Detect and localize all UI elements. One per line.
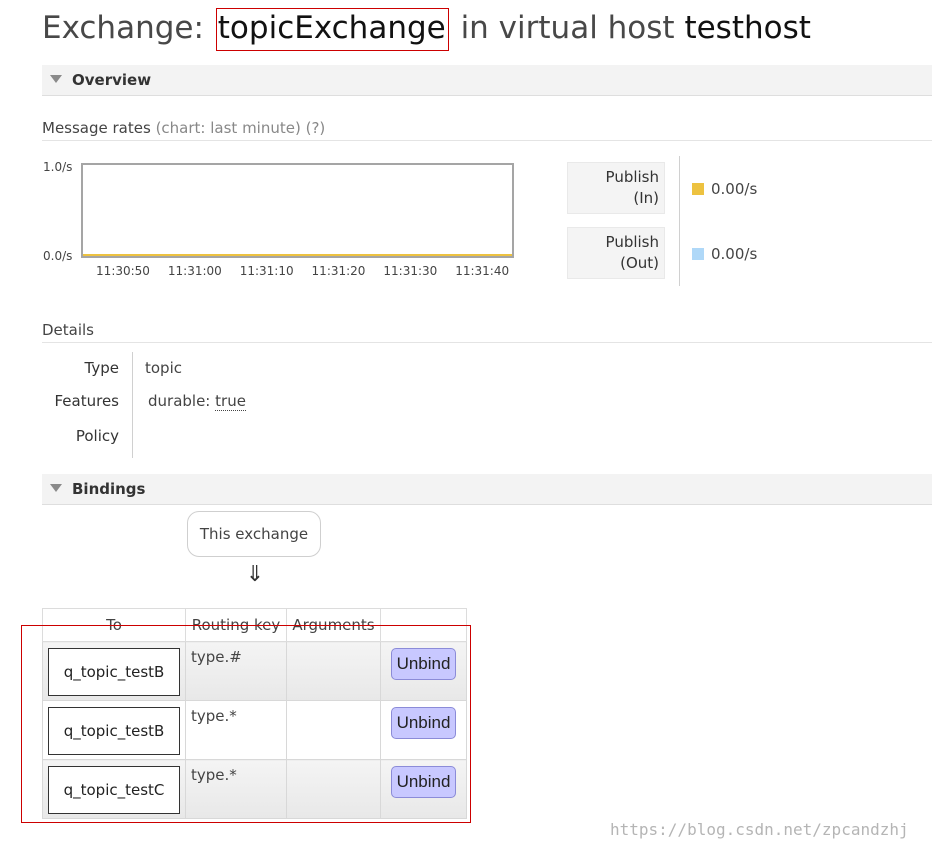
x-tick-label: 11:31:10 (240, 264, 294, 278)
type-label: Type (84, 359, 119, 377)
rate-label-line1: Publish (605, 168, 659, 186)
y-tick-label-top: 1.0/s (43, 160, 72, 174)
features-label: Features (54, 392, 120, 410)
details-header: Details (42, 318, 932, 343)
cell-routing-key: type.# (185, 641, 287, 701)
chart-range-link[interactable]: (chart: last minute) (156, 119, 301, 137)
details-separator (132, 352, 133, 458)
routing-key-text: type.* (191, 766, 237, 784)
bindings-section-header[interactable]: Bindings (42, 474, 932, 505)
collapse-triangle-icon (50, 74, 62, 83)
cell-arguments (286, 641, 381, 701)
message-rates-chart: 1.0/s 0.0/s 11:30:50 11:31:00 11:31:10 11:3… (43, 160, 514, 278)
bindings-heading: Bindings (72, 480, 146, 498)
rate-label-line1: Publish (605, 233, 659, 251)
x-tick-label: 11:30:50 (96, 264, 150, 278)
exchange-name: topicExchange (215, 8, 449, 51)
collapse-triangle-icon (50, 483, 62, 492)
rate-value-publish-out: 0.00/s (692, 245, 757, 263)
down-arrow-icon: ⇓ (245, 562, 265, 587)
column-header-to: To (42, 608, 186, 642)
chart-plot-area (81, 163, 514, 258)
cell-arguments (286, 759, 381, 819)
routing-key-text: type.* (191, 707, 237, 725)
table-header-row: To Routing key Arguments (42, 608, 467, 642)
cell-to: q_topic_testB (42, 641, 186, 701)
overview-heading: Overview (72, 71, 152, 89)
message-rates-label: Message rates (42, 119, 151, 137)
type-value: topic (145, 359, 182, 377)
rate-label-line2: (Out) (620, 254, 659, 272)
title-prefix: Exchange: (42, 10, 214, 46)
title-middle: in virtual host (450, 10, 685, 46)
unbind-button[interactable]: Unbind (391, 766, 456, 798)
queue-link[interactable]: q_topic_testC (48, 766, 180, 814)
x-tick-label: 11:31:00 (168, 264, 222, 278)
cell-action: Unbind (380, 700, 467, 760)
rate-value-text: 0.00/s (711, 180, 758, 198)
features-value: durable: true (148, 392, 246, 411)
column-header-routing-key: Routing key (185, 608, 287, 642)
rate-separator (679, 156, 680, 286)
queue-link[interactable]: q_topic_testB (48, 648, 180, 696)
rate-label-publish-in: Publish (In) (567, 162, 665, 214)
cell-arguments (286, 700, 381, 760)
routing-key-text: type.# (191, 648, 242, 666)
unbind-button[interactable]: Unbind (391, 707, 456, 739)
rate-label-line2: (In) (633, 189, 659, 207)
table-row: q_topic_testB type.# Unbind (42, 641, 467, 701)
x-tick-label: 11:31:40 (455, 264, 509, 278)
this-exchange-node: This exchange (187, 511, 321, 557)
rate-value-text: 0.00/s (711, 245, 758, 263)
cell-to: q_topic_testB (42, 700, 186, 760)
column-header-arguments: Arguments (286, 608, 381, 642)
policy-label: Policy (75, 427, 119, 445)
durable-value[interactable]: true (215, 392, 246, 411)
details-heading: Details (42, 321, 95, 339)
cell-routing-key: type.* (185, 700, 287, 760)
table-row: q_topic_testB type.* Unbind (42, 700, 467, 760)
rate-label-publish-out: Publish (Out) (567, 227, 665, 279)
help-link[interactable]: (?) (306, 119, 326, 137)
x-tick-label: 11:31:20 (312, 264, 366, 278)
legend-swatch-publish-in (692, 183, 704, 195)
overview-section-header[interactable]: Overview (42, 65, 932, 96)
legend-swatch-publish-out (692, 248, 704, 260)
durable-key: durable: (148, 392, 211, 410)
x-tick-label: 11:31:30 (383, 264, 437, 278)
rate-value-publish-in: 0.00/s (692, 180, 757, 198)
page-title: Exchange: topicExchange in virtual host … (42, 8, 811, 52)
message-rates-header: Message rates (chart: last minute) (?) (42, 116, 932, 141)
vhost-name: testhost (684, 10, 811, 46)
cell-to: q_topic_testC (42, 759, 186, 819)
watermark: https://blog.csdn.net/zpcandzhj (610, 820, 909, 839)
cell-routing-key: type.* (185, 759, 287, 819)
cell-action: Unbind (380, 641, 467, 701)
table-row: q_topic_testC type.* Unbind (42, 759, 467, 819)
y-tick-label-bottom: 0.0/s (43, 249, 72, 263)
cell-action: Unbind (380, 759, 467, 819)
bindings-table: To Routing key Arguments q_topic_testB t… (42, 608, 467, 819)
queue-link[interactable]: q_topic_testB (48, 707, 180, 755)
column-header-actions (380, 608, 467, 642)
unbind-button[interactable]: Unbind (391, 648, 456, 680)
